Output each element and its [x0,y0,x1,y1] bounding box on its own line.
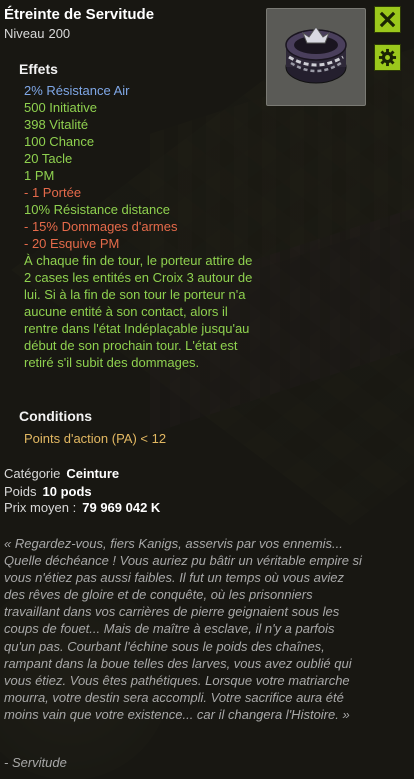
effect-line: 398 Vitalité [24,117,89,132]
effect-line: 500 Initiative [24,100,97,115]
price-value: 79 969 042 K [82,500,161,515]
lore-text: « Regardez-vous, fiers Kanigs, asservis … [4,536,362,722]
weight-value: 10 pods [42,484,92,499]
category-row: Catégorie Ceinture [4,466,119,481]
price-label: Prix moyen : [4,500,77,515]
chained-belt-icon [285,26,347,84]
item-name: Étreinte de Servitude [4,6,155,23]
settings-button[interactable] [374,44,401,71]
weight-label: Poids [4,484,37,499]
item-image [266,8,366,106]
lore-signature: - Servitude [4,755,67,770]
close-button[interactable] [374,6,401,33]
effects-heading: Effets [19,61,58,77]
effect-line: 20 Tacle [24,151,73,166]
close-icon [379,11,396,28]
effect-line: 2% Résistance Air [24,83,130,98]
effects-list: 2% Résistance Air 500 Initiative 398 Vit… [24,82,264,371]
effect-line: - 1 Portée [24,185,82,200]
gear-icon [378,48,397,67]
effect-line: - 20 Esquive PM [24,236,120,251]
effect-line: 10% Résistance distance [24,202,170,217]
price-row: Prix moyen : 79 969 042 K [4,500,160,515]
item-details: Étreinte de Servitude Niveau 200 Effets … [0,0,414,779]
condition-text: Points d'action (PA) < 12 [24,431,167,446]
weight-row: Poids 10 pods [4,484,92,499]
level-value: 200 [48,26,71,41]
category-label: Catégorie [4,466,61,481]
item-level: Niveau 200 [4,26,70,41]
effect-line: 100 Chance [24,134,95,149]
category-value: Ceinture [66,466,120,481]
effect-line: 1 PM [24,168,55,183]
effect-line: - 15% Dommages d'armes [24,219,178,234]
level-label: Niveau [4,26,45,41]
effect-description: À chaque fin de tour, le porteur attire … [24,253,253,370]
conditions-heading: Conditions [19,408,93,424]
